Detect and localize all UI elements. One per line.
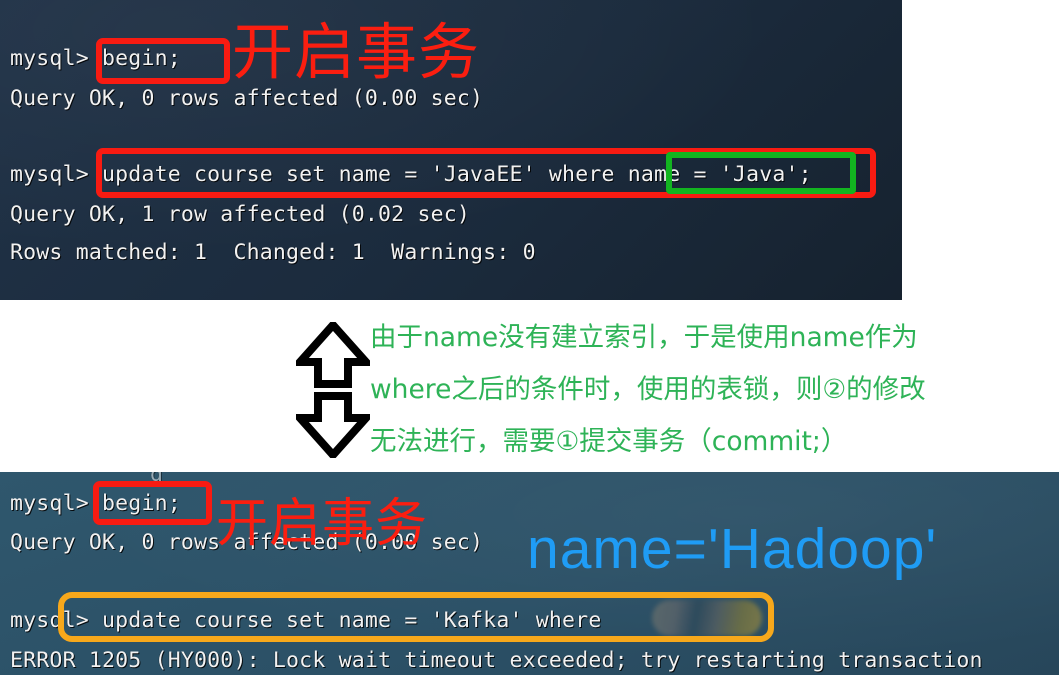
annotation-label-begin-transaction-bottom: 开启事务 (216, 494, 429, 554)
terminal-line: mysql> begin; (10, 46, 181, 71)
terminal-line: Rows matched: 1 Changed: 1 Warnings: 0 (10, 240, 536, 265)
explanation-line: 无法进行，需要①提交事务（commit;） (370, 426, 848, 457)
terminal-line: mysql> update course set name = 'JavaEE'… (10, 162, 812, 187)
explanation-line: 由于name没有建立索引，于是使用name作为 (370, 322, 918, 353)
terminal-line-clipped: g (150, 472, 164, 487)
terminal-line: Query OK, 0 rows affected (0.00 sec) (10, 86, 484, 111)
redacted-text-blob (652, 600, 762, 636)
terminal-line: Query OK, 1 row affected (0.02 sec) (10, 202, 471, 227)
terminal-line: mysql> begin; (10, 491, 181, 516)
annotation-label-begin-transaction-top: 开启事务 (232, 17, 481, 88)
explanation-text-block: 由于name没有建立索引，于是使用name作为 where之后的条件时，使用的表… (370, 312, 1042, 468)
terminal-line: ERROR 1205 (HY000): Lock wait timeout ex… (10, 648, 983, 673)
explanation-line: where之后的条件时，使用的表锁，则②的修改 (370, 374, 926, 405)
double-arrow-vertical-icon (296, 322, 370, 458)
terminal-line: mysql> update course set name = 'Kafka' … (10, 608, 602, 633)
annotation-label-hadoop-condition: name='Hadoop' (527, 517, 938, 581)
